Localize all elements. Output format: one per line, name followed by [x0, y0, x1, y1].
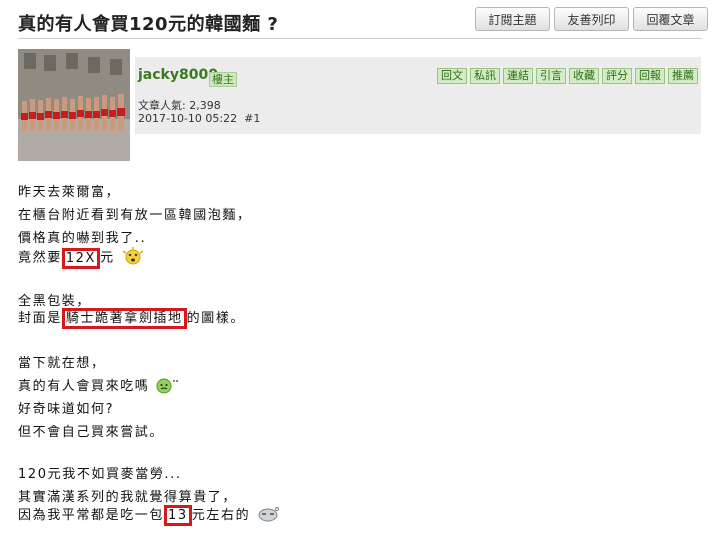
body-text-segment: 元 — [100, 250, 115, 266]
body-line: 昨天去萊爾富， — [18, 185, 121, 200]
body-line: 在櫃台附近看到有放一區韓國泡麵， — [18, 208, 252, 223]
body-line: 價格真的嚇到我了.. — [18, 231, 147, 246]
body-text-segment: 竟然要 — [18, 250, 62, 266]
body-text-segment: 元左右的 — [191, 508, 251, 523]
username-link[interactable]: jacky8000 — [138, 67, 218, 83]
op-badge: 樓主 — [209, 72, 237, 87]
body-text-segment: 因為我平常都是吃一包 — [18, 508, 165, 523]
avatar[interactable] — [18, 49, 130, 161]
body-line: 但不會自己買來嘗試。 — [18, 425, 165, 440]
report-button[interactable]: 回報 — [635, 68, 665, 84]
subscribe-button[interactable]: 訂閱主題 — [475, 7, 550, 31]
body-text-segment: 封面是 — [18, 311, 62, 326]
recommend-button[interactable]: 推薦 — [668, 68, 698, 84]
body-line: 封面是 騎士跪著拿劍插地 的圖樣。 — [18, 307, 245, 329]
print-button[interactable]: 友善列印 — [554, 7, 629, 31]
post-meta: 2017-10-10 05:22 #1 — [138, 112, 260, 125]
body-line: 真的有人會買來吃嗎 — [18, 375, 181, 398]
post-actions: 回文 私訊 連結 引言 收藏 評分 回報 推薦 — [437, 68, 698, 84]
reply-action-button[interactable]: 回文 — [437, 68, 467, 84]
surprised-emoticon-icon — [120, 246, 146, 270]
post-number[interactable]: #1 — [244, 112, 260, 125]
link-button[interactable]: 連結 — [503, 68, 533, 84]
popularity-label: 文章人氣: 2,398 — [138, 99, 221, 112]
sleepy-emoticon-icon — [256, 505, 282, 527]
sweat-emoticon-icon — [155, 376, 181, 398]
body-line: 竟然要 12X 元 — [18, 246, 146, 270]
price-highlight: 12X — [61, 247, 101, 269]
divider — [18, 38, 702, 39]
reply-button[interactable]: 回覆文章 — [633, 7, 708, 31]
price-highlight: 13 — [164, 505, 192, 526]
bookmark-button[interactable]: 收藏 — [569, 68, 599, 84]
cover-description-highlight: 騎士跪著拿劍插地 — [61, 308, 187, 329]
body-line: 120元我不如買麥當勞... — [18, 467, 182, 482]
body-line: 好奇味道如何? — [18, 402, 115, 417]
body-text-segment: 的圖樣。 — [186, 311, 246, 326]
post-timestamp: 2017-10-10 05:22 — [138, 112, 238, 125]
post-header: jacky8000 樓主 文章人氣: 2,398 2017-10-10 05:2… — [135, 57, 701, 134]
body-line: 因為我平常都是吃一包 13 元左右的 — [18, 504, 282, 527]
rate-button[interactable]: 評分 — [602, 68, 632, 84]
thread-toolbar: 訂閱主題 友善列印 回覆文章 — [475, 7, 708, 31]
thread-title: 真的有人會買120元的韓國麵 ? — [18, 14, 279, 35]
private-message-button[interactable]: 私訊 — [470, 68, 500, 84]
body-line: 當下就在想， — [18, 356, 106, 371]
body-line: 其實滿漢系列的我就覺得算貴了， — [18, 490, 238, 505]
body-text-segment: 真的有人會買來吃嗎 — [18, 379, 150, 394]
quote-button[interactable]: 引言 — [536, 68, 566, 84]
